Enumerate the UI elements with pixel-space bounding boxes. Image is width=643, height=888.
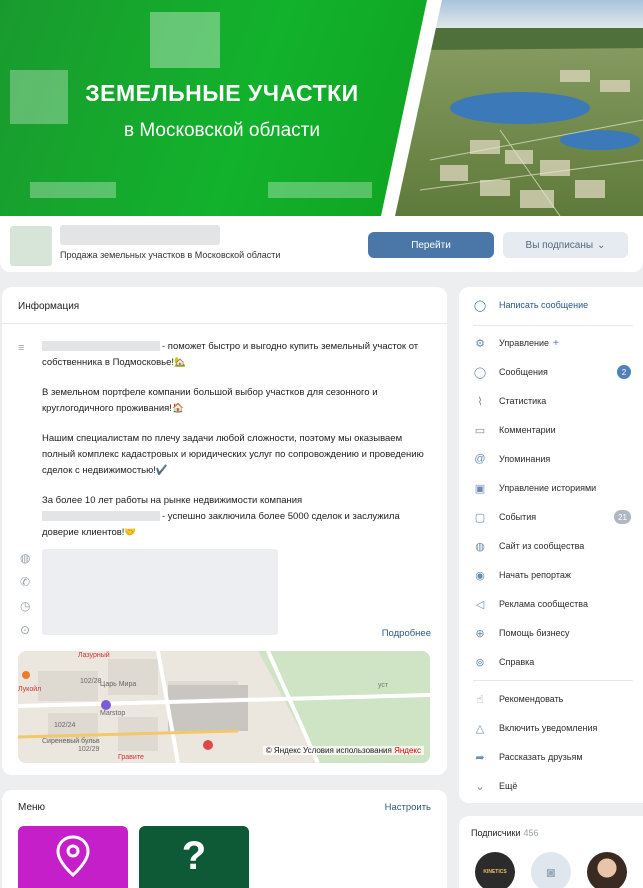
divider [473, 680, 633, 681]
subscribers-card: Подписчики 456 KINETICS ◙ [459, 816, 643, 888]
description-paragraph: Нашим специалистам по плечу задачи любой… [42, 433, 424, 476]
comment-icon: ▭ [474, 424, 486, 437]
subscribed-button[interactable]: Вы подписаны ⌄ [503, 232, 628, 258]
thumb-up-icon: ☝ [476, 693, 484, 706]
sidebar-item-write-message[interactable]: ◯ Написать сообщение [459, 291, 643, 319]
message-icon: ◯ [473, 366, 487, 379]
svg-text:102/28: 102/28 [80, 678, 102, 685]
help-business-icon: ⊕ [475, 627, 485, 640]
info-card: Информация ≡ - поможет быстро и выгодно … [2, 287, 447, 775]
subscriber-logo-text: KINETICS [483, 869, 507, 875]
chevron-down-icon: ⌄ [597, 239, 606, 251]
sidebar-item-messages[interactable]: ◯ Сообщения 2 [459, 358, 643, 386]
globe-icon: ◍ [20, 551, 31, 565]
question-icon: ? [181, 834, 207, 878]
messages-badge: 2 [617, 365, 631, 379]
actions-sidebar: ◯ Написать сообщение ⚙ Управление + ◯ Со… [459, 287, 643, 803]
sidebar-item-business-help[interactable]: ⊕ Помощь бизнесу [459, 619, 643, 647]
community-description: - поможет быстро и выгодно купить земель… [42, 339, 432, 555]
divider [2, 323, 447, 324]
community-name-redacted [60, 225, 220, 245]
more-link[interactable]: Подробнее [382, 628, 431, 639]
cover-subtitle: в Московской области [123, 120, 320, 141]
events-badge: 21 [614, 510, 631, 524]
share-icon: ➦ [475, 751, 485, 764]
chat-icon: ◯ [473, 299, 487, 312]
community-avatar[interactable] [10, 226, 52, 266]
subscribed-label: Вы подписаны [525, 239, 594, 251]
cover-title: ЗЕМЕЛЬНЫЕ УЧАСТКИ [85, 80, 359, 106]
redacted-name [42, 341, 160, 352]
sidebar-item-events[interactable]: ▢ События 21 [459, 503, 643, 531]
gear-icon: ⚙ [475, 337, 485, 350]
plus-icon: + [553, 337, 559, 349]
contact-icons: ◍ ✆ ◷ ⊙ [20, 551, 34, 647]
phone-icon: ✆ [20, 575, 31, 589]
megaphone-icon: ◁ [475, 598, 485, 611]
sidebar-item-ads[interactable]: ◁ Реклама сообщества [459, 590, 643, 618]
svg-text:102/24: 102/24 [54, 722, 76, 729]
sidebar-item-recommend[interactable]: ☝ Рекомендовать [459, 685, 643, 713]
sidebar-item-more[interactable]: ⌄ Ещё [459, 772, 643, 800]
sidebar-item-help[interactable]: ⊚ Справка [459, 648, 643, 676]
divider [473, 325, 633, 326]
text-lines-icon: ≡ [18, 342, 25, 354]
live-icon: ◉ [475, 569, 485, 582]
description-paragraph: В земельном портфеле компании большой вы… [42, 387, 378, 414]
bell-icon: △ [475, 722, 485, 735]
sidebar-item-statistics[interactable]: ⌇ Статистика [459, 387, 643, 415]
menu-tile-location[interactable] [18, 826, 128, 888]
globe-icon: ◍ [475, 540, 485, 553]
subscriber-avatar[interactable]: ◙ [531, 852, 571, 888]
story-icon: ▣ [474, 482, 486, 495]
chevron-down-icon: ⌄ [475, 780, 485, 793]
menu-card: Меню Настроить ? [2, 790, 447, 888]
redacted-name [42, 511, 160, 522]
go-button[interactable]: Перейти [368, 232, 494, 258]
sidebar-item-live[interactable]: ◉ Начать репортаж [459, 561, 643, 589]
at-icon: @ [474, 453, 486, 465]
svg-text:Лазурный: Лазурный [78, 651, 110, 659]
svg-text:Marstop: Marstop [100, 710, 125, 717]
sidebar-item-comments[interactable]: ▭ Комментарии [459, 416, 643, 444]
sidebar-item-manage[interactable]: ⚙ Управление + [459, 329, 643, 357]
info-heading: Информация [18, 301, 80, 312]
sidebar-item-notifications[interactable]: △ Включить уведомления [459, 714, 643, 742]
sidebar-item-mentions[interactable]: @ Упоминания [459, 445, 643, 473]
svg-text:Царь Мира: Царь Мира [100, 681, 136, 688]
community-status: Продажа земельных участков в Московской … [60, 250, 281, 260]
description-paragraph: - поможет быстро и выгодно купить земель… [42, 341, 419, 368]
svg-text:Сиреневый бульв: Сиреневый бульв [42, 737, 100, 745]
sidebar-item-site[interactable]: ◍ Сайт из сообщества [459, 532, 643, 560]
svg-text:Гравите: Гравите [118, 754, 144, 761]
contacts-redacted [42, 549, 278, 635]
map-credit[interactable]: © Яндекс Условия использования Яндекс [262, 746, 424, 755]
event-icon: ▢ [474, 511, 486, 524]
menu-tile-faq[interactable]: ? [139, 826, 249, 888]
svg-text:Лукойл: Лукойл [18, 685, 41, 693]
subscribers-heading[interactable]: Подписчики 456 [471, 828, 539, 838]
clock-icon: ◷ [20, 599, 31, 613]
camera-icon: ◙ [546, 864, 556, 880]
svg-text:уст: уст [378, 682, 389, 689]
subscriber-avatar[interactable] [587, 852, 627, 888]
subscriber-avatar[interactable]: KINETICS [475, 852, 515, 888]
help-icon: ⊚ [475, 656, 485, 669]
cover-photo [10, 0, 643, 216]
location-pin-icon: ⊙ [20, 623, 31, 637]
location-pin-icon [56, 835, 90, 877]
location-map[interactable]: 102/28 102/24 102/29 Царь Мира Marstop С… [18, 651, 430, 763]
sidebar-item-stories[interactable]: ▣ Управление историями [459, 474, 643, 502]
description-paragraph: За более 10 лет работы на рынке недвижим… [42, 495, 400, 538]
sidebar-item-share[interactable]: ➦ Рассказать друзьям [459, 743, 643, 771]
community-header: ЗЕМЕЛЬНЫЕ УЧАСТКИ в Московской области П… [0, 0, 643, 272]
cover-image: ЗЕМЕЛЬНЫЕ УЧАСТКИ в Московской области [0, 0, 643, 216]
chart-icon: ⌇ [477, 395, 483, 408]
subscribers-count: 456 [523, 828, 539, 838]
configure-link[interactable]: Настроить [385, 802, 431, 813]
menu-heading: Меню [18, 802, 46, 813]
svg-text:102/29: 102/29 [78, 746, 100, 753]
